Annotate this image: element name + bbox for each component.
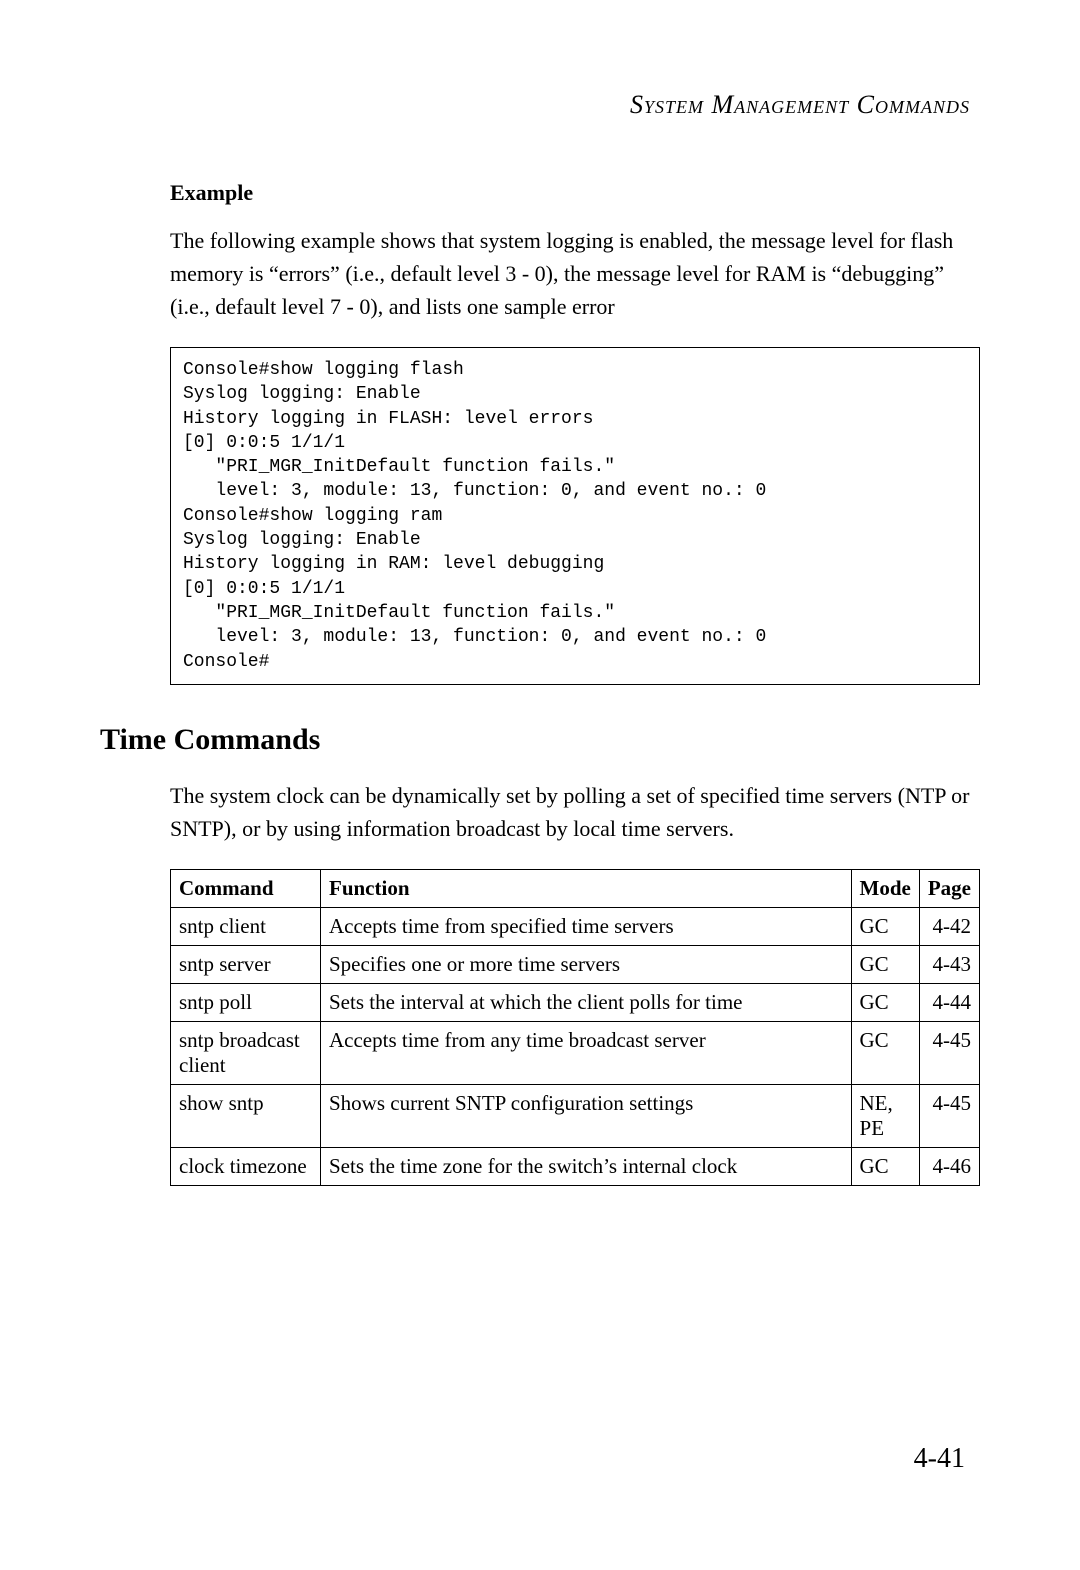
cell-mode: NE, PE: [851, 1084, 919, 1147]
cell-page: 4-43: [919, 945, 979, 983]
cell-mode: GC: [851, 1021, 919, 1084]
cell-function: Accepts time from any time broadcast ser…: [321, 1021, 852, 1084]
cell-function: Sets the time zone for the switch’s inte…: [321, 1147, 852, 1185]
cell-mode: GC: [851, 945, 919, 983]
cell-command: sntp server: [171, 945, 321, 983]
cell-command: sntp broadcast client: [171, 1021, 321, 1084]
cell-function: Specifies one or more time servers: [321, 945, 852, 983]
page-number: 4-41: [914, 1443, 965, 1475]
running-header: System Management Commands: [100, 90, 980, 120]
table-row: sntp poll Sets the interval at which the…: [171, 983, 980, 1021]
table-header-row: Command Function Mode Page: [171, 869, 980, 907]
cell-page: 4-42: [919, 907, 979, 945]
cell-command: sntp poll: [171, 983, 321, 1021]
cell-mode: GC: [851, 907, 919, 945]
code-block: Console#show logging flash Syslog loggin…: [170, 347, 980, 685]
header-command: Command: [171, 869, 321, 907]
cell-mode: GC: [851, 1147, 919, 1185]
cell-mode: GC: [851, 983, 919, 1021]
table-row: show sntp Shows current SNTP configurati…: [171, 1084, 980, 1147]
example-heading: Example: [170, 180, 980, 206]
table-row: clock timezone Sets the time zone for th…: [171, 1147, 980, 1185]
example-body: The following example shows that system …: [170, 224, 980, 323]
cell-page: 4-46: [919, 1147, 979, 1185]
cell-page: 4-45: [919, 1084, 979, 1147]
cell-page: 4-45: [919, 1021, 979, 1084]
section-body: The system clock can be dynamically set …: [170, 779, 980, 845]
table-row: sntp broadcast client Accepts time from …: [171, 1021, 980, 1084]
cell-function: Accepts time from specified time servers: [321, 907, 852, 945]
cell-command: sntp client: [171, 907, 321, 945]
header-function: Function: [321, 869, 852, 907]
cell-function: Sets the interval at which the client po…: [321, 983, 852, 1021]
table-row: sntp server Specifies one or more time s…: [171, 945, 980, 983]
cell-function: Shows current SNTP configuration setting…: [321, 1084, 852, 1147]
command-table: Command Function Mode Page sntp client A…: [170, 869, 980, 1186]
table-row: sntp client Accepts time from specified …: [171, 907, 980, 945]
cell-command: show sntp: [171, 1084, 321, 1147]
cell-page: 4-44: [919, 983, 979, 1021]
cell-command: clock timezone: [171, 1147, 321, 1185]
section-heading: Time Commands: [100, 723, 980, 757]
header-page: Page: [919, 869, 979, 907]
header-mode: Mode: [851, 869, 919, 907]
